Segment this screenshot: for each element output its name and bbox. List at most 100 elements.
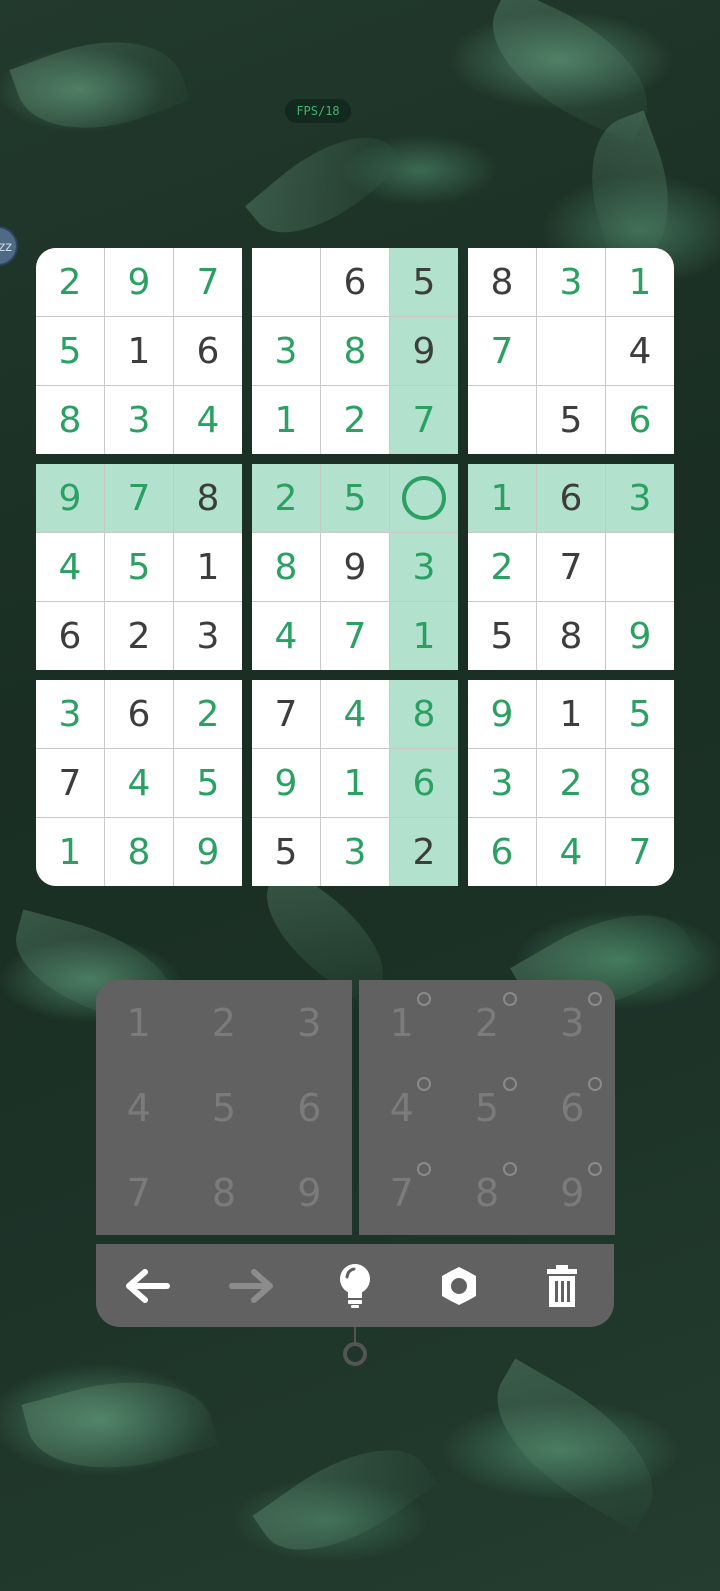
sudoku-cell[interactable]: 5 (174, 749, 242, 817)
sudoku-cell[interactable]: 2 (321, 386, 389, 454)
sudoku-cell[interactable]: 2 (252, 464, 320, 532)
sudoku-cell[interactable]: 8 (174, 464, 242, 532)
sudoku-cell[interactable]: 1 (36, 818, 104, 886)
sudoku-cell[interactable]: 9 (252, 749, 320, 817)
redo-button[interactable] (221, 1256, 281, 1316)
sudoku-cell[interactable] (606, 533, 674, 601)
sudoku-cell[interactable]: 4 (252, 602, 320, 670)
sudoku-cell[interactable]: 4 (105, 749, 173, 817)
sudoku-cell[interactable] (468, 386, 536, 454)
sudoku-cell[interactable]: 9 (468, 680, 536, 748)
sudoku-cell[interactable]: 1 (174, 533, 242, 601)
sudoku-cell[interactable]: 7 (252, 680, 320, 748)
floating-bubble[interactable]: zz (0, 226, 18, 266)
number-button[interactable]: 3 (267, 980, 352, 1065)
sudoku-cell[interactable]: 8 (105, 818, 173, 886)
number-button[interactable]: 4 (96, 1065, 181, 1150)
sudoku-cell[interactable]: 4 (36, 533, 104, 601)
sudoku-cell[interactable]: 6 (537, 464, 605, 532)
sudoku-cell[interactable]: 2 (105, 602, 173, 670)
note-button[interactable]: 6 (530, 1065, 615, 1150)
sudoku-cell[interactable]: 4 (321, 680, 389, 748)
sudoku-cell[interactable]: 6 (390, 749, 458, 817)
sudoku-cell[interactable]: 9 (174, 818, 242, 886)
sudoku-cell[interactable]: 7 (36, 749, 104, 817)
sudoku-cell[interactable] (252, 248, 320, 316)
sudoku-cell[interactable]: 5 (606, 680, 674, 748)
sudoku-cell[interactable]: 1 (537, 680, 605, 748)
note-button[interactable]: 4 (359, 1065, 444, 1150)
sudoku-cell[interactable]: 2 (390, 818, 458, 886)
sudoku-cell[interactable]: 1 (321, 749, 389, 817)
sudoku-cell[interactable]: 5 (252, 818, 320, 886)
sudoku-cell[interactable]: 3 (537, 248, 605, 316)
note-button[interactable]: 3 (530, 980, 615, 1065)
sudoku-cell[interactable]: 9 (606, 602, 674, 670)
sudoku-cell[interactable]: 5 (321, 464, 389, 532)
sudoku-cell[interactable]: 7 (390, 386, 458, 454)
sudoku-cell[interactable]: 5 (390, 248, 458, 316)
sudoku-cell[interactable] (537, 317, 605, 385)
sudoku-cell[interactable]: 5 (36, 317, 104, 385)
panel-drag-handle[interactable] (343, 1342, 367, 1366)
sudoku-cell[interactable]: 7 (468, 317, 536, 385)
sudoku-cell[interactable]: 4 (537, 818, 605, 886)
sudoku-cell[interactable]: 8 (606, 749, 674, 817)
sudoku-cell[interactable]: 2 (537, 749, 605, 817)
hint-button[interactable] (325, 1256, 385, 1316)
sudoku-cell[interactable]: 2 (174, 680, 242, 748)
sudoku-cell[interactable]: 3 (606, 464, 674, 532)
sudoku-cell[interactable]: 2 (468, 533, 536, 601)
sudoku-cell[interactable]: 9 (105, 248, 173, 316)
sudoku-cell[interactable]: 6 (468, 818, 536, 886)
sudoku-cell[interactable]: 8 (468, 248, 536, 316)
sudoku-cell[interactable]: 4 (174, 386, 242, 454)
sudoku-cell[interactable]: 5 (537, 386, 605, 454)
sudoku-cell[interactable]: 1 (252, 386, 320, 454)
sudoku-cell[interactable]: 7 (606, 818, 674, 886)
number-button[interactable]: 9 (267, 1150, 352, 1235)
sudoku-cell[interactable]: 7 (321, 602, 389, 670)
number-button[interactable]: 2 (181, 980, 266, 1065)
sudoku-cell[interactable]: 8 (321, 317, 389, 385)
delete-button[interactable] (532, 1256, 592, 1316)
sudoku-cell[interactable]: 6 (174, 317, 242, 385)
sudoku-cell[interactable]: 3 (105, 386, 173, 454)
sudoku-cell[interactable]: 7 (537, 533, 605, 601)
sudoku-cell[interactable]: 5 (105, 533, 173, 601)
settings-button[interactable] (429, 1256, 489, 1316)
note-button[interactable]: 2 (444, 980, 529, 1065)
sudoku-cell[interactable]: 3 (390, 533, 458, 601)
note-button[interactable]: 7 (359, 1150, 444, 1235)
sudoku-cell[interactable]: 9 (36, 464, 104, 532)
sudoku-cell[interactable]: 1 (390, 602, 458, 670)
note-button[interactable]: 1 (359, 980, 444, 1065)
sudoku-cell[interactable]: 7 (105, 464, 173, 532)
sudoku-cell[interactable]: 6 (36, 602, 104, 670)
sudoku-cell[interactable]: 7 (174, 248, 242, 316)
sudoku-cell[interactable] (390, 464, 458, 532)
sudoku-cell[interactable]: 3 (321, 818, 389, 886)
number-button[interactable]: 6 (267, 1065, 352, 1150)
sudoku-cell[interactable]: 5 (468, 602, 536, 670)
number-button[interactable]: 8 (181, 1150, 266, 1235)
note-button[interactable]: 8 (444, 1150, 529, 1235)
sudoku-cell[interactable]: 8 (537, 602, 605, 670)
sudoku-cell[interactable]: 2 (36, 248, 104, 316)
sudoku-cell[interactable]: 8 (36, 386, 104, 454)
sudoku-cell[interactable]: 1 (105, 317, 173, 385)
sudoku-cell[interactable]: 6 (606, 386, 674, 454)
note-button[interactable]: 5 (444, 1065, 529, 1150)
sudoku-cell[interactable]: 1 (468, 464, 536, 532)
sudoku-cell[interactable]: 9 (390, 317, 458, 385)
sudoku-cell[interactable]: 6 (105, 680, 173, 748)
sudoku-cell[interactable]: 3 (36, 680, 104, 748)
sudoku-cell[interactable]: 3 (252, 317, 320, 385)
sudoku-cell[interactable]: 3 (468, 749, 536, 817)
number-button[interactable]: 1 (96, 980, 181, 1065)
sudoku-cell[interactable]: 9 (321, 533, 389, 601)
sudoku-cell[interactable]: 6 (321, 248, 389, 316)
undo-button[interactable] (118, 1256, 178, 1316)
sudoku-cell[interactable]: 8 (252, 533, 320, 601)
number-button[interactable]: 5 (181, 1065, 266, 1150)
